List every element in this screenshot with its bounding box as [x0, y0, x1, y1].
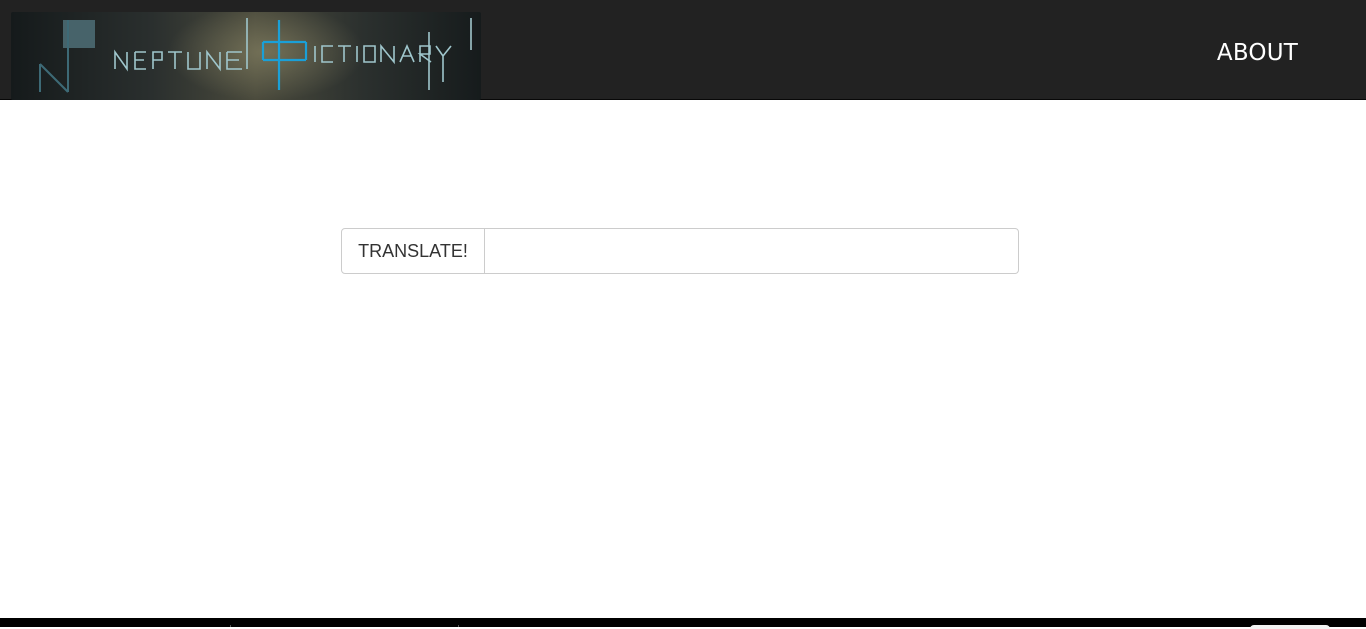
top-navbar: ABOUT — [0, 0, 1366, 100]
translate-form: TRANSLATE! — [341, 228, 1019, 274]
logo-artwork — [39, 18, 472, 93]
translate-input[interactable] — [484, 228, 1019, 274]
footer-bar — [0, 618, 1366, 629]
translate-button[interactable]: TRANSLATE! — [341, 228, 485, 274]
neptune-dictionary-logo[interactable] — [11, 12, 481, 100]
about-link[interactable]: ABOUT — [1217, 40, 1298, 66]
footer-tab[interactable] — [1250, 625, 1330, 629]
